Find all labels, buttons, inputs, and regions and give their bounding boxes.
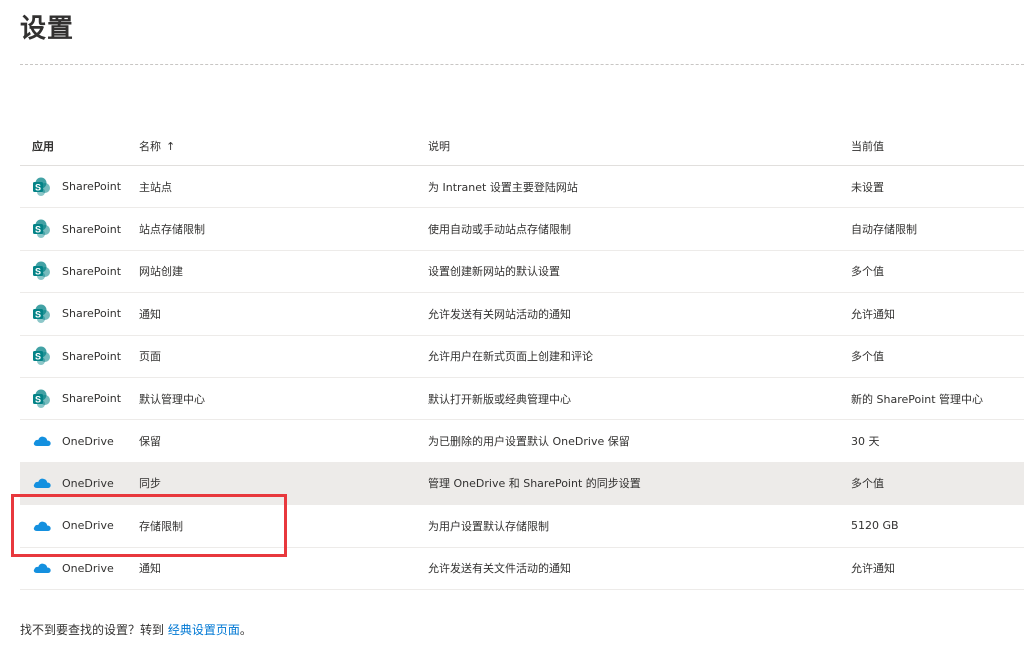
table-header: 应用 名称 ↑ 说明 当前值 — [20, 126, 1024, 166]
row-app-cell: S SharePoint — [20, 261, 139, 281]
row-app-cell: S SharePoint — [20, 389, 139, 409]
row-current-value: 允许通知 — [851, 307, 895, 321]
svg-text:S: S — [35, 225, 41, 235]
settings-page: 设置 应用 名称 ↑ 说明 当前值 S SharePoint 主站点为 Intrane… — [0, 0, 1024, 664]
row-current-value: 多个值 — [851, 350, 884, 364]
onedrive-icon — [32, 473, 52, 493]
row-app-name: SharePoint — [62, 307, 122, 321]
row-setting-name[interactable]: 站点存储限制 — [139, 221, 428, 237]
row-description: 允许用户在新式页面上创建和评论 — [428, 350, 593, 364]
table-row[interactable]: OneDrive 保留 为已删除的用户设置默认 OneDrive 保留 30 天 — [20, 420, 1024, 463]
onedrive-icon — [32, 558, 52, 578]
sharepoint-icon: S — [32, 177, 52, 197]
row-setting-name[interactable]: 通知 — [139, 306, 428, 322]
row-setting-name[interactable]: 通知 — [139, 560, 428, 576]
row-app-name: SharePoint — [62, 349, 122, 363]
column-header-name[interactable]: 名称 ↑ — [139, 138, 428, 154]
row-app-cell: S SharePoint — [20, 346, 139, 366]
row-description: 默认打开新版或经典管理中心 — [428, 392, 571, 406]
sharepoint-icon: S — [32, 389, 52, 409]
row-setting-name[interactable]: 存储限制 — [139, 518, 428, 534]
row-app-name: OneDrive — [62, 434, 114, 448]
svg-text:S: S — [35, 309, 41, 319]
row-app-cell: OneDrive — [20, 558, 139, 578]
row-description: 使用自动或手动站点存储限制 — [428, 223, 571, 237]
table-row[interactable]: S SharePoint 网站创建 设置创建新网站的默认设置 多个值 — [20, 251, 1024, 294]
row-current-value: 自动存储限制 — [851, 223, 917, 237]
table-row[interactable]: S SharePoint 页面 允许用户在新式页面上创建和评论 多个值 — [20, 336, 1024, 378]
sharepoint-icon: S — [32, 304, 52, 324]
table-row[interactable]: OneDrive 同步 管理 OneDrive 和 SharePoint 的同步设置… — [20, 462, 1024, 506]
footer-help-text: 找不到要查找的设置？转到 经典设置页面。 — [20, 621, 252, 638]
footer-suffix: 。 — [239, 623, 252, 637]
table-row[interactable]: S SharePoint 默认管理中心 默认打开新版或经典管理中心 新的 SharePo… — [20, 378, 1024, 421]
row-setting-name[interactable]: 默认管理中心 — [139, 391, 428, 407]
table-row[interactable]: OneDrive 通知 允许发送有关文件活动的通知 允许通知 — [20, 548, 1024, 590]
settings-table: 应用 名称 ↑ 说明 当前值 S SharePoint 主站点为 Intranet 设… — [20, 126, 1024, 590]
row-app-cell: OneDrive — [20, 516, 139, 536]
row-current-value: 允许通知 — [851, 562, 895, 576]
row-app-name: SharePoint — [62, 392, 122, 406]
row-current-value: 多个值 — [851, 265, 884, 279]
onedrive-icon — [32, 516, 52, 536]
row-current-value: 新的 SharePoint 管理中心 — [851, 392, 984, 406]
classic-settings-link[interactable]: 经典设置页面 — [168, 623, 240, 637]
row-app-cell: S SharePoint — [20, 304, 139, 324]
row-app-name: SharePoint — [62, 222, 122, 236]
sharepoint-icon: S — [32, 346, 52, 366]
column-header-name-label: 名称 — [139, 139, 161, 153]
row-app-cell: OneDrive — [20, 473, 139, 493]
row-app-cell: OneDrive — [20, 431, 139, 451]
row-setting-name[interactable]: 网站创建 — [139, 263, 428, 279]
title-divider — [20, 64, 1024, 65]
table-row[interactable]: S SharePoint 主站点为 Intranet 设置主要登陆网站 未设置 — [20, 166, 1024, 209]
row-setting-name[interactable]: 同步 — [139, 475, 428, 491]
row-setting-name[interactable]: 主站点 — [139, 179, 428, 195]
row-current-value: 5120 GB — [851, 519, 899, 533]
row-app-cell: S SharePoint — [20, 177, 139, 197]
row-app-name: SharePoint — [62, 180, 122, 194]
table-row[interactable]: S SharePoint 站点存储限制 使用自动或手动站点存储限制 自动存储限制 — [20, 208, 1024, 251]
column-header-value[interactable]: 当前值 — [851, 138, 1024, 154]
row-setting-name[interactable]: 页面 — [139, 348, 428, 364]
row-current-value: 未设置 — [851, 180, 884, 194]
page-title: 设置 — [20, 14, 75, 44]
svg-text:S: S — [35, 267, 41, 277]
row-app-name: OneDrive — [62, 476, 114, 490]
svg-text:S: S — [35, 182, 41, 192]
table-row[interactable]: S SharePoint 通知 允许发送有关网站活动的通知 允许通知 — [20, 293, 1024, 336]
onedrive-icon — [32, 431, 52, 451]
column-header-app[interactable]: 应用 — [20, 138, 139, 154]
sharepoint-icon: S — [32, 219, 52, 239]
svg-text:S: S — [35, 394, 41, 404]
row-app-cell: S SharePoint — [20, 219, 139, 239]
row-description: 允许发送有关文件活动的通知 — [428, 562, 571, 576]
table-row[interactable]: OneDrive 存储限制 为用户设置默认存储限制 5120 GB — [20, 505, 1024, 548]
row-setting-name[interactable]: 保留 — [139, 433, 428, 449]
row-app-name: SharePoint — [62, 264, 122, 278]
row-description: 为已删除的用户设置默认 OneDrive 保留 — [428, 435, 630, 449]
row-description: 允许发送有关网站活动的通知 — [428, 307, 571, 321]
sort-ascending-icon: ↑ — [166, 139, 176, 153]
row-current-value: 30 天 — [851, 435, 880, 449]
row-app-name: OneDrive — [62, 561, 114, 575]
sharepoint-icon: S — [32, 261, 52, 281]
footer-text: 找不到要查找的设置？转到 — [20, 623, 168, 637]
row-description: 管理 OneDrive 和 SharePoint 的同步设置 — [428, 477, 641, 491]
svg-text:S: S — [35, 352, 41, 362]
table-body: S SharePoint 主站点为 Intranet 设置主要登陆网站 未设置 S Sha… — [20, 166, 1024, 590]
row-description: 为 Intranet 设置主要登陆网站 — [428, 180, 578, 194]
row-description: 为用户设置默认存储限制 — [428, 519, 549, 533]
row-description: 设置创建新网站的默认设置 — [428, 265, 560, 279]
column-header-description[interactable]: 说明 — [428, 138, 851, 154]
row-current-value: 多个值 — [851, 477, 884, 491]
row-app-name: OneDrive — [62, 519, 114, 533]
